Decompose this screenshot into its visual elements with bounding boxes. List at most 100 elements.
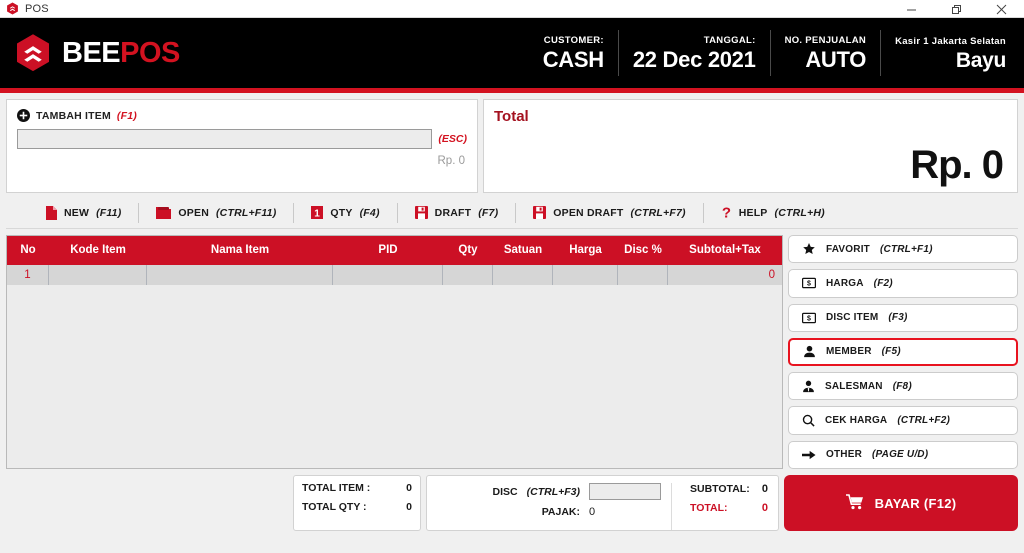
sidebar-item-member[interactable]: MEMBER (F5) [788, 337, 1018, 367]
sidebar-cek-harga-label: CEK HARGA [825, 415, 888, 427]
grand-total-line: TOTAL: 0 [690, 502, 768, 514]
brand-text: BEEPOS [62, 36, 180, 69]
beepos-logo-icon [6, 2, 19, 15]
person-tie-icon [802, 380, 815, 393]
toolbar-new-shortcut: (F11) [96, 206, 122, 219]
grid-empty-body [7, 285, 782, 468]
sidebar-item-disc-item[interactable]: $ DISC ITEM (F3) [788, 303, 1018, 332]
grid-col-harga: Harga [569, 244, 602, 256]
sidebar-salesman-label: SALESMAN [825, 380, 883, 392]
cell-no: 1 [7, 265, 49, 285]
total-item-label: TOTAL ITEM : [302, 482, 371, 494]
toolbar-help-label: HELP [738, 206, 768, 219]
bayar-label: BAYAR (F12) [874, 495, 957, 511]
minimize-button[interactable] [889, 0, 934, 18]
toolbar-qty[interactable]: 1 QTY (F4) [294, 202, 398, 223]
pajak-label: PAJAK: [541, 506, 580, 518]
svg-text:$: $ [807, 281, 811, 288]
sidebar-item-salesman[interactable]: SALESMAN (F8) [788, 372, 1018, 401]
header-customer-value: CASH [542, 47, 604, 72]
cell-pid[interactable] [333, 265, 443, 285]
table-row[interactable]: 1 0 [7, 264, 782, 285]
toolbar-open[interactable]: OPEN (CTRL+F11) [139, 202, 295, 223]
subtotal-label: SUBTOTAL: [690, 483, 750, 495]
total-qty-line: TOTAL QTY : 0 [302, 501, 412, 513]
grand-total-label: TOTAL: [690, 502, 728, 514]
total-card: Total Rp. 0 [483, 99, 1018, 193]
header-no-penjualan: NO. PENJUALAN AUTO [771, 30, 882, 76]
add-item-input-row: (ESC) [17, 129, 467, 149]
bottom-bar: TOTAL ITEM : 0 TOTAL QTY : 0 DISC (CTRL+… [6, 475, 1018, 531]
cart-icon [845, 493, 864, 513]
summary-right: SUBTOTAL: 0 TOTAL: 0 [672, 483, 768, 530]
grid-header-row: No Kode Item Nama Item PID Qty Satuan Ha… [7, 236, 782, 264]
add-item-card: TAMBAH ITEM (F1) (ESC) Rp. 0 [6, 99, 478, 193]
grid-col-no: No [20, 244, 36, 256]
grid-col-satuan: Satuan [503, 244, 543, 256]
brand-bee: BEE [62, 36, 121, 69]
cell-harga[interactable] [553, 265, 618, 285]
header-customer: CUSTOMER: CASH [529, 30, 619, 76]
total-label: Total [494, 108, 529, 125]
toolbar-open-draft[interactable]: OPEN DRAFT (CTRL+F7) [516, 202, 704, 223]
grid-col-pid: PID [378, 244, 398, 256]
cell-qty[interactable] [443, 265, 493, 285]
sidebar-disc-item-label: DISC ITEM [826, 312, 879, 324]
disc-shortcut: (CTRL+F3) [526, 485, 580, 498]
toolbar-help[interactable]: ? HELP (CTRL+H) [704, 203, 842, 223]
cell-disc[interactable] [618, 265, 668, 285]
sidebar-harga-shortcut: (F2) [873, 277, 893, 289]
sidebar-item-harga[interactable]: $ HARGA (F2) [788, 269, 1018, 298]
toolbar-qty-label: QTY [330, 206, 353, 219]
minimize-icon [907, 9, 916, 10]
toolbar-help-shortcut: (CTRL+H) [774, 206, 825, 219]
cell-satuan[interactable] [493, 265, 553, 285]
toolbar-draft[interactable]: DRAFT (F7) [398, 202, 517, 223]
restore-button[interactable] [934, 0, 979, 18]
sidebar-other-shortcut: (PAGE U/D) [872, 449, 929, 461]
grid-col-subtotal: Subtotal+Tax [689, 244, 761, 256]
save-icon [414, 206, 428, 219]
svg-text:?: ? [722, 205, 731, 220]
sidebar-disc-item-shortcut: (F3) [888, 312, 908, 324]
item-search-input[interactable] [17, 129, 433, 149]
summary-left: DISC (CTRL+F3) PAJAK: 0 [437, 483, 672, 530]
close-button[interactable] [979, 0, 1024, 18]
add-item-shortcut: (F1) [116, 109, 137, 122]
sidebar-item-other[interactable]: OTHER (PAGE U/D) [788, 440, 1018, 469]
disc-input[interactable] [589, 483, 661, 500]
subtotal-value: 0 [761, 483, 768, 495]
cell-kode[interactable] [49, 265, 147, 285]
sidebar-member-label: MEMBER [826, 346, 872, 358]
subtotal-line: SUBTOTAL: 0 [690, 483, 768, 495]
top-row: TAMBAH ITEM (F1) (ESC) Rp. 0 Total Rp. 0 [6, 99, 1018, 193]
toolbar-open-draft-label: OPEN DRAFT [553, 206, 624, 219]
person-icon [803, 345, 816, 358]
summary-card: DISC (CTRL+F3) PAJAK: 0 SUBTOTAL: 0 TOTA… [426, 475, 779, 531]
restore-icon [952, 4, 961, 14]
titlebar-left: POS [0, 2, 49, 15]
header-kasir-label: Kasir 1 Jakarta Selatan [895, 35, 1006, 47]
number-one-icon: 1 [311, 206, 324, 219]
sidebar-item-cek-harga[interactable]: CEK HARGA (CTRL+F2) [788, 406, 1018, 435]
file-icon [45, 205, 57, 220]
toolbar-open-label: OPEN [178, 206, 209, 219]
toolbar-new[interactable]: NEW (F11) [28, 202, 140, 223]
grid-col-nama: Nama Item [210, 244, 270, 256]
search-icon [802, 414, 815, 427]
grand-total-value: 0 [761, 502, 768, 514]
sidebar-favorit-label: FAVORIT [826, 243, 870, 255]
total-item-value: 0 [406, 482, 412, 494]
items-grid: No Kode Item Nama Item PID Qty Satuan Ha… [6, 235, 783, 469]
header-no-penjualan-value: AUTO [805, 47, 867, 72]
star-icon [802, 242, 816, 256]
cell-nama[interactable] [147, 265, 333, 285]
grid-col-disc: Disc % [624, 244, 662, 256]
folder-icon [156, 206, 172, 219]
save-icon [533, 206, 547, 219]
bayar-button[interactable]: BAYAR (F12) [784, 475, 1018, 531]
header-customer-label: CUSTOMER: [543, 35, 604, 46]
header-kasir: Kasir 1 Jakarta Selatan Bayu [881, 30, 1008, 76]
total-qty-value: 0 [406, 501, 412, 513]
sidebar-item-favorit[interactable]: FAVORIT (CTRL+F1) [788, 235, 1018, 264]
